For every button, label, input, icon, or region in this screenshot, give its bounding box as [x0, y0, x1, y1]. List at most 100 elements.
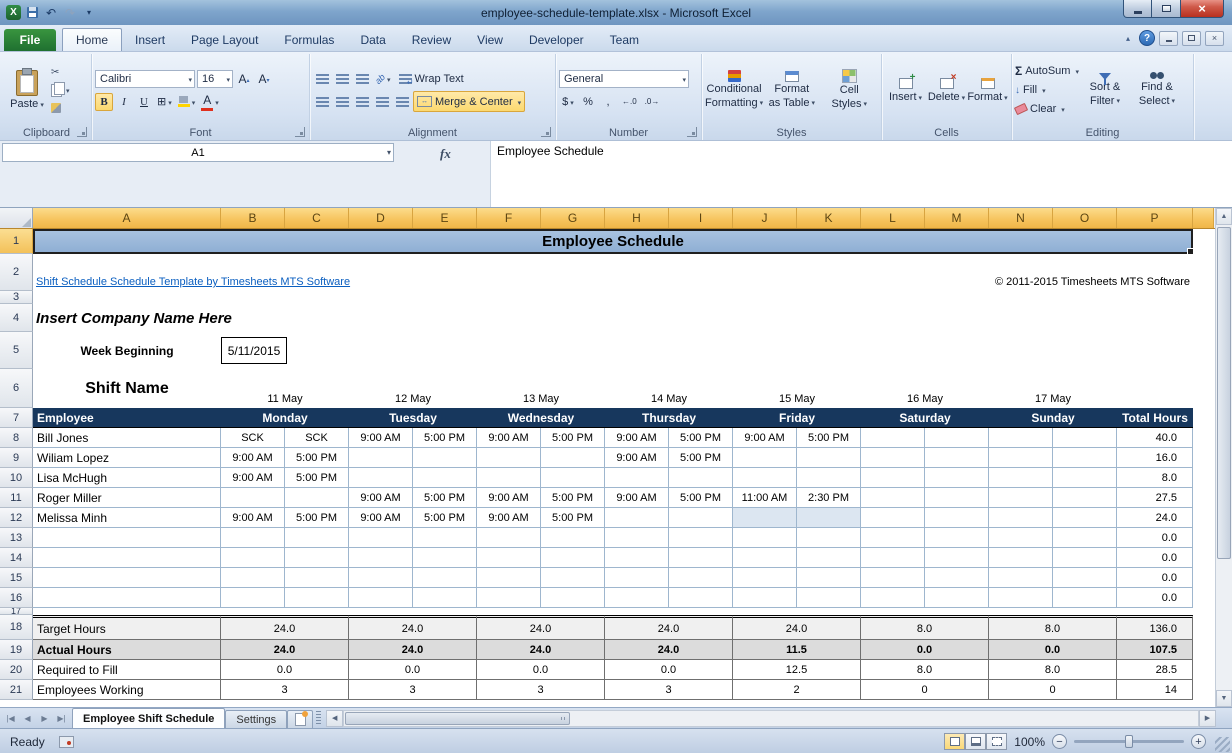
- summary-value-cell[interactable]: 24.0: [221, 615, 349, 640]
- column-header-j[interactable]: J: [733, 208, 797, 228]
- time-cell[interactable]: [797, 588, 861, 608]
- column-header-a[interactable]: A: [33, 208, 221, 228]
- tab-split-handle[interactable]: [316, 711, 321, 725]
- align-right-button[interactable]: [353, 93, 371, 111]
- clear-button[interactable]: Clear: [1015, 101, 1079, 118]
- minimize-button[interactable]: [1123, 0, 1152, 18]
- column-header-i[interactable]: I: [669, 208, 733, 228]
- time-cell[interactable]: [989, 508, 1053, 528]
- shrink-font-button[interactable]: A: [255, 70, 273, 88]
- time-cell[interactable]: 9:00 AM: [733, 428, 797, 448]
- time-cell[interactable]: [477, 468, 541, 488]
- summary-total-cell[interactable]: 107.5: [1117, 640, 1193, 660]
- scroll-down-button[interactable]: [1216, 690, 1232, 707]
- summary-value-cell[interactable]: 0.0: [605, 660, 733, 680]
- time-cell[interactable]: [349, 528, 413, 548]
- summary-value-cell[interactable]: 8.0: [861, 615, 989, 640]
- employee-name-cell[interactable]: Roger Miller: [33, 488, 221, 508]
- minimize-ribbon-button[interactable]: ▴: [1121, 34, 1135, 43]
- time-cell[interactable]: [349, 548, 413, 568]
- summary-value-cell[interactable]: 0: [989, 680, 1117, 700]
- vertical-scroll-thumb[interactable]: [1217, 227, 1231, 559]
- time-cell[interactable]: 5:00 PM: [541, 488, 605, 508]
- summary-value-cell[interactable]: 0.0: [477, 660, 605, 680]
- first-sheet-button[interactable]: [3, 711, 18, 726]
- zoom-out-button[interactable]: −: [1052, 734, 1067, 749]
- time-cell[interactable]: [285, 588, 349, 608]
- summary-label-cell[interactable]: Actual Hours: [33, 640, 221, 660]
- time-cell[interactable]: [285, 528, 349, 548]
- fill-color-dropdown[interactable]: [190, 96, 196, 108]
- time-cell[interactable]: [413, 588, 477, 608]
- clipboard-dialog-launcher[interactable]: [77, 127, 87, 137]
- insert-function-button[interactable]: fx: [440, 146, 451, 162]
- time-cell[interactable]: 5:00 PM: [669, 448, 733, 468]
- time-cell[interactable]: [605, 528, 669, 548]
- time-cell[interactable]: [413, 448, 477, 468]
- column-header-b[interactable]: B: [221, 208, 285, 228]
- summary-value-cell[interactable]: 24.0: [477, 615, 605, 640]
- font-name-dropdown[interactable]: [186, 73, 192, 85]
- header-sunday[interactable]: Sunday: [989, 408, 1117, 428]
- time-cell[interactable]: [797, 548, 861, 568]
- time-cell[interactable]: 9:00 AM: [605, 428, 669, 448]
- total-hours-cell[interactable]: 0.0: [1117, 528, 1193, 548]
- summary-value-cell[interactable]: 3: [605, 680, 733, 700]
- excel-app-icon[interactable]: X: [6, 5, 21, 20]
- summary-value-cell[interactable]: 12.5: [733, 660, 861, 680]
- row-header-3[interactable]: 3: [0, 291, 33, 304]
- ribbon-tab-team[interactable]: Team: [597, 29, 652, 51]
- time-cell[interactable]: [989, 468, 1053, 488]
- file-tab[interactable]: File: [4, 29, 56, 51]
- zoom-slider-thumb[interactable]: [1125, 735, 1133, 748]
- summary-value-cell[interactable]: 24.0: [349, 615, 477, 640]
- font-size-select[interactable]: 16: [197, 70, 233, 88]
- font-color-dropdown[interactable]: [213, 96, 219, 108]
- summary-value-cell[interactable]: 8.0: [989, 660, 1117, 680]
- time-cell[interactable]: [669, 568, 733, 588]
- column-header-n[interactable]: N: [989, 208, 1053, 228]
- time-cell[interactable]: [541, 448, 605, 468]
- column-header-g[interactable]: G: [541, 208, 605, 228]
- column-header-e[interactable]: E: [413, 208, 477, 228]
- row-header-17[interactable]: 17: [0, 608, 33, 615]
- restore-button[interactable]: [1152, 0, 1180, 18]
- last-sheet-button[interactable]: [54, 711, 69, 726]
- time-cell[interactable]: 2:30 PM: [797, 488, 861, 508]
- row-header-5[interactable]: 5: [0, 332, 33, 369]
- time-cell[interactable]: [541, 588, 605, 608]
- accounting-format-button[interactable]: $: [559, 93, 577, 111]
- time-cell[interactable]: 9:00 AM: [221, 508, 285, 528]
- paste-dropdown[interactable]: [38, 98, 44, 110]
- column-header-d[interactable]: D: [349, 208, 413, 228]
- autosum-button[interactable]: ΣAutoSum: [1015, 63, 1079, 80]
- time-cell[interactable]: [605, 508, 669, 528]
- vertical-scrollbar[interactable]: [1215, 208, 1232, 707]
- undo-button[interactable]: ↶: [43, 5, 59, 21]
- borders-button[interactable]: ⊞: [155, 93, 174, 111]
- time-cell[interactable]: 9:00 AM: [349, 508, 413, 528]
- column-header-k[interactable]: K: [797, 208, 861, 228]
- find-select-button[interactable]: Find & Select: [1131, 72, 1183, 108]
- format-as-table-button[interactable]: Format as Table: [763, 71, 820, 110]
- column-header-p[interactable]: P: [1117, 208, 1193, 228]
- summary-value-cell[interactable]: 11.5: [733, 640, 861, 660]
- font-color-button[interactable]: A: [199, 93, 221, 111]
- time-cell[interactable]: [477, 548, 541, 568]
- time-cell[interactable]: [733, 568, 797, 588]
- time-cell[interactable]: [733, 548, 797, 568]
- italic-button[interactable]: I: [115, 93, 133, 111]
- time-cell[interactable]: [349, 448, 413, 468]
- total-hours-cell[interactable]: 24.0: [1117, 508, 1193, 528]
- column-header-c[interactable]: C: [285, 208, 349, 228]
- row-header-13[interactable]: 13: [0, 528, 33, 548]
- time-cell[interactable]: [925, 508, 989, 528]
- time-cell[interactable]: [1053, 448, 1117, 468]
- time-cell[interactable]: [349, 588, 413, 608]
- time-cell[interactable]: [925, 488, 989, 508]
- time-cell[interactable]: [541, 548, 605, 568]
- time-cell[interactable]: [861, 468, 925, 488]
- decrease-indent-button[interactable]: [373, 93, 391, 111]
- sheet-title-cell[interactable]: Employee Schedule: [33, 229, 1193, 254]
- header-saturday[interactable]: Saturday: [861, 408, 989, 428]
